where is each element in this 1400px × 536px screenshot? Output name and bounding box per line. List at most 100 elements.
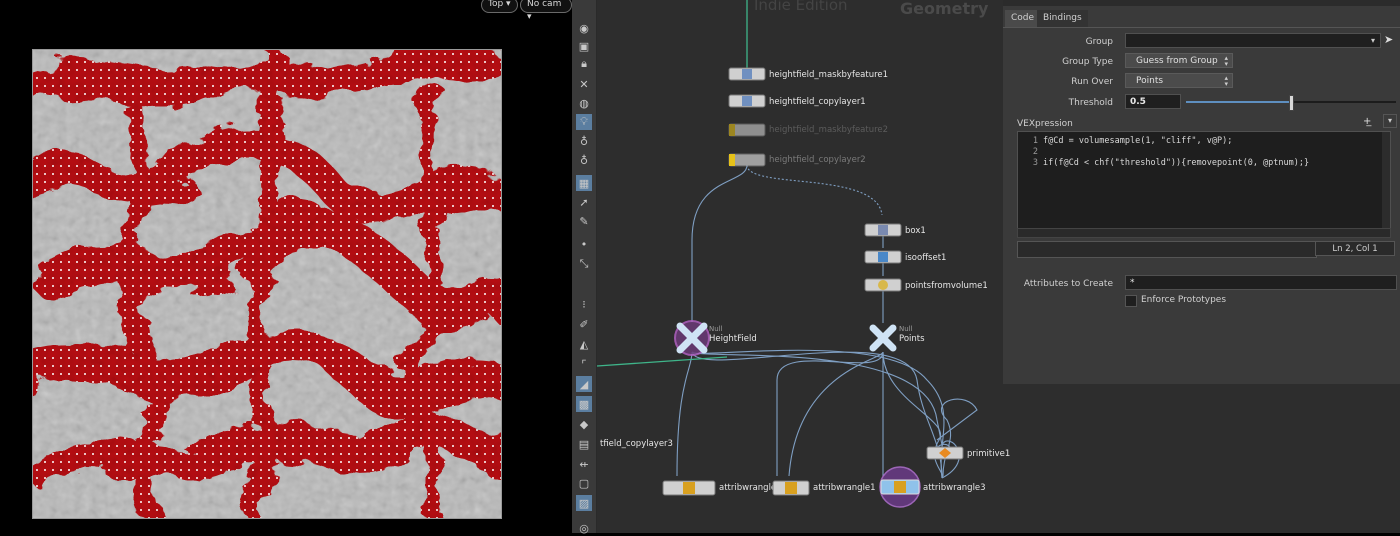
threshold-slider-fill: [1186, 101, 1291, 103]
null-tag-heightfield: Null: [709, 325, 723, 333]
node-isooffset1-label: isooffset1: [905, 253, 946, 263]
wires: [676, 164, 978, 479]
numbers-icon[interactable]: ⁝: [576, 296, 592, 312]
heightfield-render: [33, 50, 501, 518]
view-menu[interactable]: Top ▾: [481, 0, 518, 13]
paint-icon[interactable]: ◭: [576, 336, 592, 352]
group-type-value: Guess from Group: [1136, 56, 1218, 66]
diamond-icon[interactable]: ◆: [576, 416, 592, 432]
node-points-null[interactable]: Null Points: [869, 324, 925, 352]
node-maskbyfeature1-label: heightfield_maskbyfeature1: [769, 70, 888, 80]
node-attribwrangle3-label: attribwrangle3: [923, 483, 986, 493]
run-over-menu[interactable]: Points ▴ ▾: [1125, 73, 1233, 88]
view-icon[interactable]: ▣: [576, 38, 592, 54]
point-icon[interactable]: •: [576, 236, 592, 252]
node-isooffset1[interactable]: isooffset1: [864, 250, 946, 264]
attributes-field[interactable]: *: [1125, 275, 1397, 290]
status-bar: [1017, 241, 1317, 258]
corner-icon[interactable]: ⌜: [576, 356, 592, 372]
node-copylayer1[interactable]: heightfield_copylayer1: [728, 94, 866, 108]
code-scrollbar[interactable]: [1382, 132, 1390, 228]
bulb-outline-icon[interactable]: ♁: [576, 133, 592, 149]
group-label: Group: [1085, 37, 1113, 47]
attributes-label: Attributes to Create: [1023, 279, 1113, 289]
node-attribwrangle3[interactable]: attribwrangle3: [879, 466, 986, 508]
parameter-pane: Code Bindings Group ▾ ➤ Group Type Guess…: [1003, 0, 1400, 384]
expand-icon[interactable]: +̲: [1363, 116, 1371, 127]
brush-icon[interactable]: ✎: [576, 213, 592, 229]
image-icon[interactable]: ▨: [576, 495, 592, 511]
node-heightfield-label: HeightField: [709, 334, 757, 344]
arrow-icon[interactable]: ⇷: [576, 456, 592, 472]
node-pointsfromvolume1-label: pointsfromvolume1: [905, 281, 988, 291]
code-hscrollbar[interactable]: [1017, 228, 1391, 238]
node-maskbyfeature2-label: heightfield_maskbyfeature2: [769, 125, 888, 135]
enforce-prototypes-label: Enforce Prototypes: [1141, 295, 1227, 305]
node-maskbyfeature2[interactable]: heightfield_maskbyfeature2: [728, 123, 888, 137]
node-heightfield-null[interactable]: Null HeightField: [674, 320, 757, 356]
vex-code-editor[interactable]: 1 2 3 f@Cd = volumesample(1, "cliff", v@…: [1017, 131, 1391, 229]
node-copylayer3-label: tfield_copylayer3: [600, 439, 673, 449]
run-over-value: Points: [1136, 76, 1164, 86]
tab-divider: [1003, 27, 1400, 28]
threshold-label: Threshold: [1068, 98, 1113, 108]
pane-header: [1003, 0, 1400, 6]
camera-icon[interactable]: ◍: [576, 95, 592, 111]
enforce-prototypes-checkbox[interactable]: [1125, 295, 1137, 307]
node-attribwrangle1-label: attribwrangle1: [813, 483, 876, 493]
vex-menu-icon[interactable]: ▾: [1383, 114, 1397, 128]
display-icon[interactable]: ▦: [576, 175, 592, 191]
group-type-label: Group Type: [1062, 57, 1113, 67]
node-copylayer2-label: heightfield_copylayer2: [769, 155, 866, 165]
group-type-menu[interactable]: Guess from Group ▴ ▾: [1125, 53, 1233, 68]
run-over-label: Run Over: [1071, 77, 1113, 87]
eye-icon[interactable]: ◉: [576, 20, 592, 36]
group-dropdown-icon[interactable]: ▾: [1367, 34, 1379, 47]
lock-icon[interactable]: 🔒︎: [576, 56, 592, 72]
line-number: 2: [1032, 147, 1038, 157]
network-toolbar: ◉ ▣ 🔒︎ ✕ ◍ 💡︎ ♁ ♁ ▦ ➚ ✎ • ⤡ ⁝ ✐ ◭ ⌜ ◢ ▩ …: [572, 0, 597, 536]
vexpression-label: VEXpression: [1017, 119, 1073, 129]
tab-bindings[interactable]: Bindings: [1037, 10, 1088, 27]
node-pointsfromvolume1[interactable]: pointsfromvolume1: [864, 278, 988, 292]
light-icon[interactable]: ✕: [576, 76, 592, 92]
node-maskbyfeature1[interactable]: heightfield_maskbyfeature1: [728, 67, 888, 81]
node-box1[interactable]: box1: [864, 223, 926, 237]
edge-icon[interactable]: ⤡: [576, 256, 592, 272]
circle-icon[interactable]: ◎: [576, 520, 592, 536]
scene-viewport[interactable]: Top ▾ No cam ▾: [0, 0, 572, 533]
code-line: if(f@Cd < chf("threshold")){removepoint(…: [1043, 158, 1310, 168]
node-attribwrangle2[interactable]: attribwrangle2: [662, 480, 782, 496]
threshold-slider-track[interactable]: [1186, 95, 1396, 111]
group-type-spin-icon: ▴ ▾: [1224, 54, 1228, 68]
grid-icon[interactable]: ▩: [576, 396, 592, 412]
null-tag-points: Null: [899, 325, 913, 333]
pen-icon[interactable]: ✐: [576, 316, 592, 332]
line-number: 3: [1032, 158, 1038, 168]
node-box1-label: box1: [905, 226, 926, 236]
tool-icon[interactable]: ◢: [576, 376, 592, 392]
node-copylayer2[interactable]: heightfield_copylayer2: [728, 153, 866, 167]
threshold-slider-handle[interactable]: [1289, 95, 1294, 111]
select-icon[interactable]: ➚: [576, 194, 592, 210]
bulb-icon[interactable]: 💡︎: [576, 114, 592, 130]
select-arrow-icon[interactable]: ➤: [1384, 33, 1393, 46]
node-attribwrangle1[interactable]: attribwrangle1: [772, 480, 876, 496]
bulb-small-icon[interactable]: ♁: [576, 152, 592, 168]
node-primitive1-label: primitive1: [967, 449, 1010, 459]
node-points-label: Points: [899, 334, 925, 344]
run-over-spin-icon: ▴ ▾: [1224, 74, 1228, 88]
node-attribwrangle2-label: attribwrangle2: [719, 483, 782, 493]
camera-menu-label: No cam: [527, 0, 562, 9]
group-field[interactable]: [1125, 33, 1381, 48]
tab-code[interactable]: Code: [1005, 10, 1041, 27]
node-primitive1[interactable]: primitive1: [926, 446, 1010, 460]
threshold-field[interactable]: 0.5: [1125, 94, 1181, 109]
cursor-position: Ln 2, Col 1: [1315, 241, 1395, 256]
square-icon[interactable]: ▢: [576, 475, 592, 491]
camera-menu[interactable]: No cam ▾: [520, 0, 572, 22]
view-menu-label: Top: [488, 0, 504, 9]
heightfield-display: [32, 49, 502, 519]
map-icon[interactable]: ▤: [576, 436, 592, 452]
node-copylayer1-label: heightfield_copylayer1: [769, 97, 866, 107]
